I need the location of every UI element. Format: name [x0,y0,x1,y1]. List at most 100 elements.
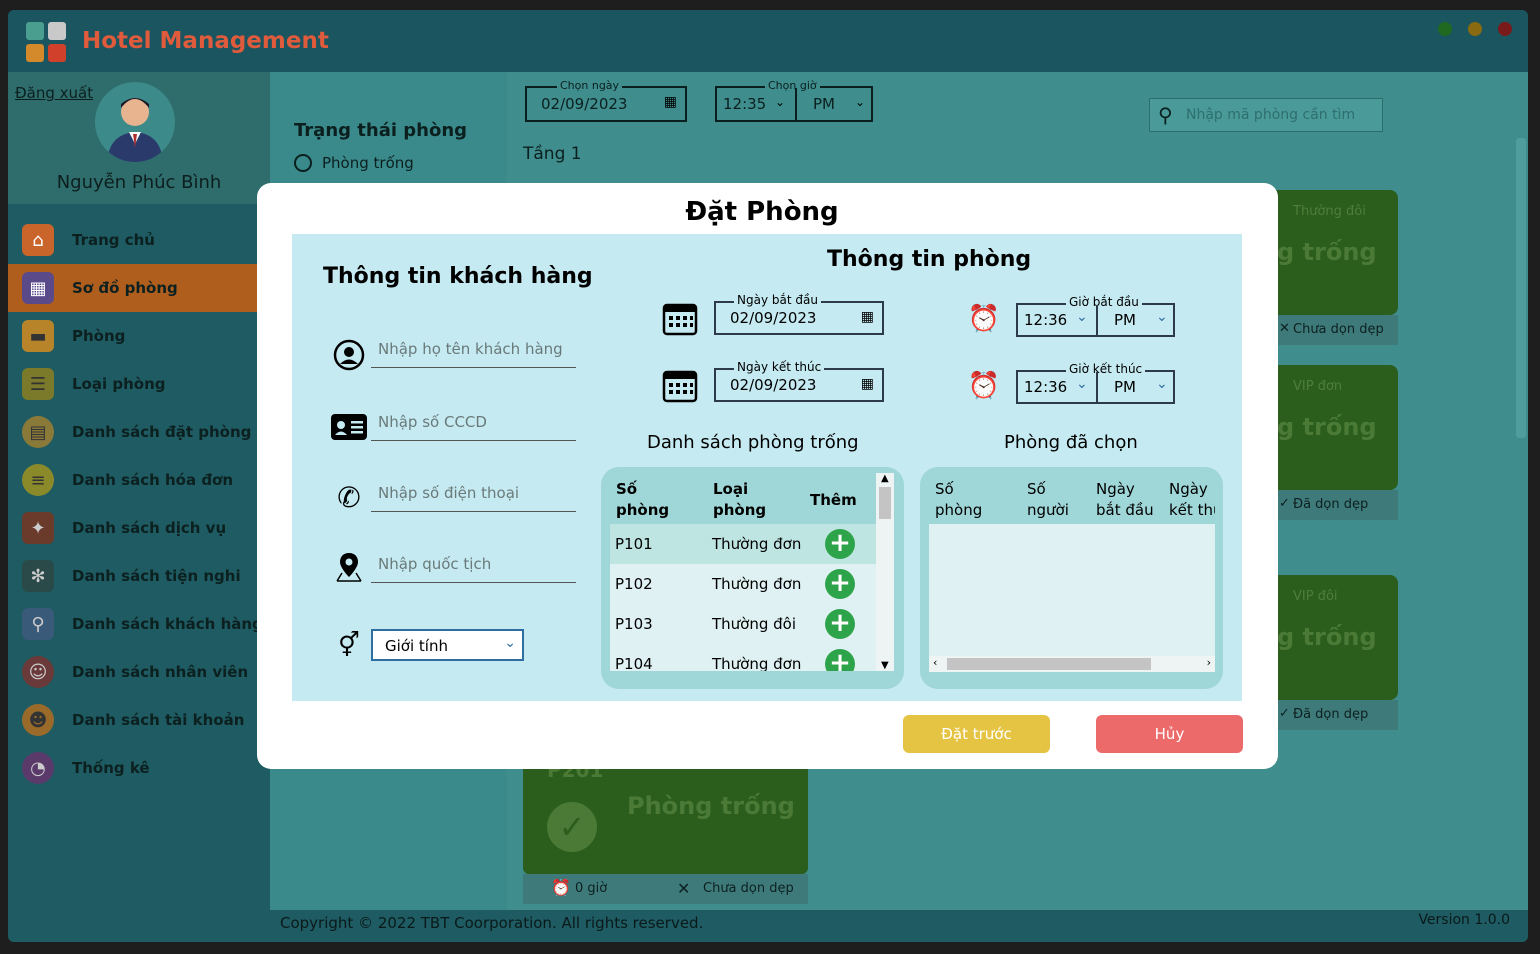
table-row[interactable]: P102 Thường đơn + [610,564,876,604]
sidebar-item-booking-list[interactable]: ▤ Danh sách đặt phòng [8,408,270,456]
sidebar-item-room-map[interactable]: ▦ Sơ đồ phòng [8,264,270,312]
sidebar-item-amenity-list[interactable]: ✻ Danh sách tiện nghi [8,552,270,600]
sidebar-item-account-list[interactable]: ☻ Danh sách tài khoản [8,696,270,744]
date-picker[interactable]: Chọn ngày 02/09/2023 ▦ [525,79,687,122]
sidebar: Đăng xuất Nguyễn Phúc Bình ⌂ Trang chủ ▦… [8,72,270,942]
room-map-icon: ▦ [22,272,54,304]
add-room-button[interactable]: + [825,649,855,671]
book-button[interactable]: Đặt trước [903,715,1050,753]
user-icon [332,338,366,372]
chevron-down-icon: ▼ [881,660,889,671]
check-icon: ✓ [1279,706,1290,721]
calendar-icon [662,300,698,336]
chevron-down-icon: ⌄ [1076,376,1088,392]
chevron-down-icon: ⌄ [504,635,516,651]
chevron-down-icon: ⌄ [775,95,786,109]
sidebar-item-staff-list[interactable]: ☺ Danh sách nhân viên [8,648,270,696]
sidebar-item-room[interactable]: ▬ Phòng [8,312,270,360]
id-number-input[interactable]: Nhập số CCCD [371,413,576,441]
alarm-clock-icon: ⏰ [967,371,1001,401]
table-row[interactable]: P104 Thường đơn + [610,644,876,671]
add-room-button[interactable]: + [825,529,855,559]
chevron-left-icon: ‹ [933,656,938,669]
dialog-title: Đặt Phòng [685,197,839,227]
selected-rooms-table: Sốphòng Sốngười Ngàybắt đầu Ngàykết thú … [920,467,1223,689]
close-icon: ✕ [677,879,691,898]
main-scrollbar[interactable] [1514,72,1528,910]
gender-icon: ⚥ [338,631,360,659]
avatar [95,82,175,162]
selected-rooms-heading: Phòng đã chọn [1004,432,1138,453]
customer-name-input[interactable]: Nhập họ tên khách hàng [371,340,576,368]
stats-icon: ◔ [22,752,54,784]
chevron-down-icon: ⌄ [1076,309,1088,325]
chevron-down-icon: ⌄ [855,95,866,109]
home-icon: ⌂ [22,224,54,256]
sidebar-item-home[interactable]: ⌂ Trang chủ [8,216,270,264]
invoice-list-icon: ≡ [22,464,54,496]
filter-option-empty[interactable]: Phòng trống [294,154,414,172]
alarm-clock-icon: ⏰ [551,878,571,897]
titlebar: Hotel Management [8,10,1528,72]
horizontal-scrollbar[interactable]: ‹ › [929,656,1215,672]
time-picker[interactable]: Chọn giờ 12:35 ⌄ PM ⌄ [715,79,873,122]
sidebar-item-service-list[interactable]: ✦ Danh sách dịch vụ [8,504,270,552]
booking-dialog: Đặt Phòng Thông tin khách hàng Nhập họ t… [257,183,1278,769]
logout-link[interactable]: Đăng xuất [15,84,93,102]
nationality-input[interactable]: Nhập quốc tịch [371,555,576,583]
minimize-button[interactable] [1438,22,1452,36]
app-logo-icon [24,20,68,64]
room-card[interactable]: P201 ✓ Phòng trống [523,758,808,874]
account-list-icon: ☻ [22,704,54,736]
room-info-heading: Thông tin phòng [827,247,1032,272]
location-pin-icon [332,550,366,584]
column-header: Ngàykết thú [1169,480,1215,519]
column-header: Ngày bắt đầu [1096,480,1154,519]
vertical-scrollbar[interactable]: ▲ ▼ [876,473,894,671]
sidebar-item-stats[interactable]: ◔ Thống kê [8,744,270,792]
maximize-button[interactable] [1468,22,1482,36]
add-room-button[interactable]: + [825,609,855,639]
column-header: Số phòng [616,480,670,519]
start-time-picker[interactable]: Giờ bắt đầu 12:36 ⌄ PM ⌄ [1016,295,1175,337]
add-room-button[interactable]: + [825,569,855,599]
end-time-picker[interactable]: Giờ kết thúc 12:36 ⌄ PM ⌄ [1016,362,1175,404]
gender-select[interactable]: Giới tính ⌄ [371,629,524,661]
search-input[interactable]: ⚲ Nhập mã phòng cần tìm [1149,98,1383,132]
chevron-down-icon: ⌄ [1156,309,1168,325]
room-card-footer: ⏰ 0 giờ ✕ Chưa dọn dẹp [523,874,808,904]
close-icon: ✕ [1279,321,1290,336]
available-rooms-table: Số phòng Loại phòng Thêm P101 Thường đơn +… [601,467,904,689]
floor-label: Tầng 1 [523,144,582,164]
table-row[interactable]: P103 Thường đôi + [610,604,876,644]
check-circle-icon: ✓ [547,802,597,852]
table-row[interactable]: P101 Thường đơn + [610,524,876,564]
room-icon: ▬ [22,320,54,352]
available-rooms-heading: Danh sách phòng trống [647,432,859,453]
id-card-icon [329,411,369,443]
chevron-right-icon: › [1206,656,1211,669]
table-body: P101 Thường đơn + P102 Thường đơn + P103… [610,524,876,671]
sidebar-item-invoice-list[interactable]: ≡ Danh sách hóa đơn [8,456,270,504]
booking-list-icon: ▤ [22,416,54,448]
sidebar-item-room-type[interactable]: ☰ Loại phòng [8,360,270,408]
calendar-icon: ▦ [860,309,874,325]
phone-input[interactable]: Nhập số điện thoại [371,484,576,512]
calendar-icon [662,367,698,403]
column-header: Thêm [810,491,857,509]
sidebar-item-customer-list[interactable]: ⚲ Danh sách khách hàng [8,600,270,648]
app-title: Hotel Management [82,28,329,54]
amenity-list-icon: ✻ [22,560,54,592]
user-panel: Đăng xuất Nguyễn Phúc Bình [8,72,270,204]
chevron-up-icon: ▲ [881,473,889,484]
booking-panel: Thông tin khách hàng Nhập họ tên khách h… [292,234,1242,701]
cancel-button[interactable]: Hủy [1096,715,1243,753]
close-button[interactable] [1498,22,1512,36]
start-date-picker[interactable]: Ngày bắt đầu 02/09/2023 ▦ [714,293,884,335]
column-header: Số người [1027,480,1069,519]
column-header: Số phòng [935,480,983,519]
phone-icon: ✆ [337,480,361,514]
check-icon: ✓ [1279,496,1290,511]
search-icon: ⚲ [1158,103,1173,127]
end-date-picker[interactable]: Ngày kết thúc 02/09/2023 ▦ [714,360,884,402]
